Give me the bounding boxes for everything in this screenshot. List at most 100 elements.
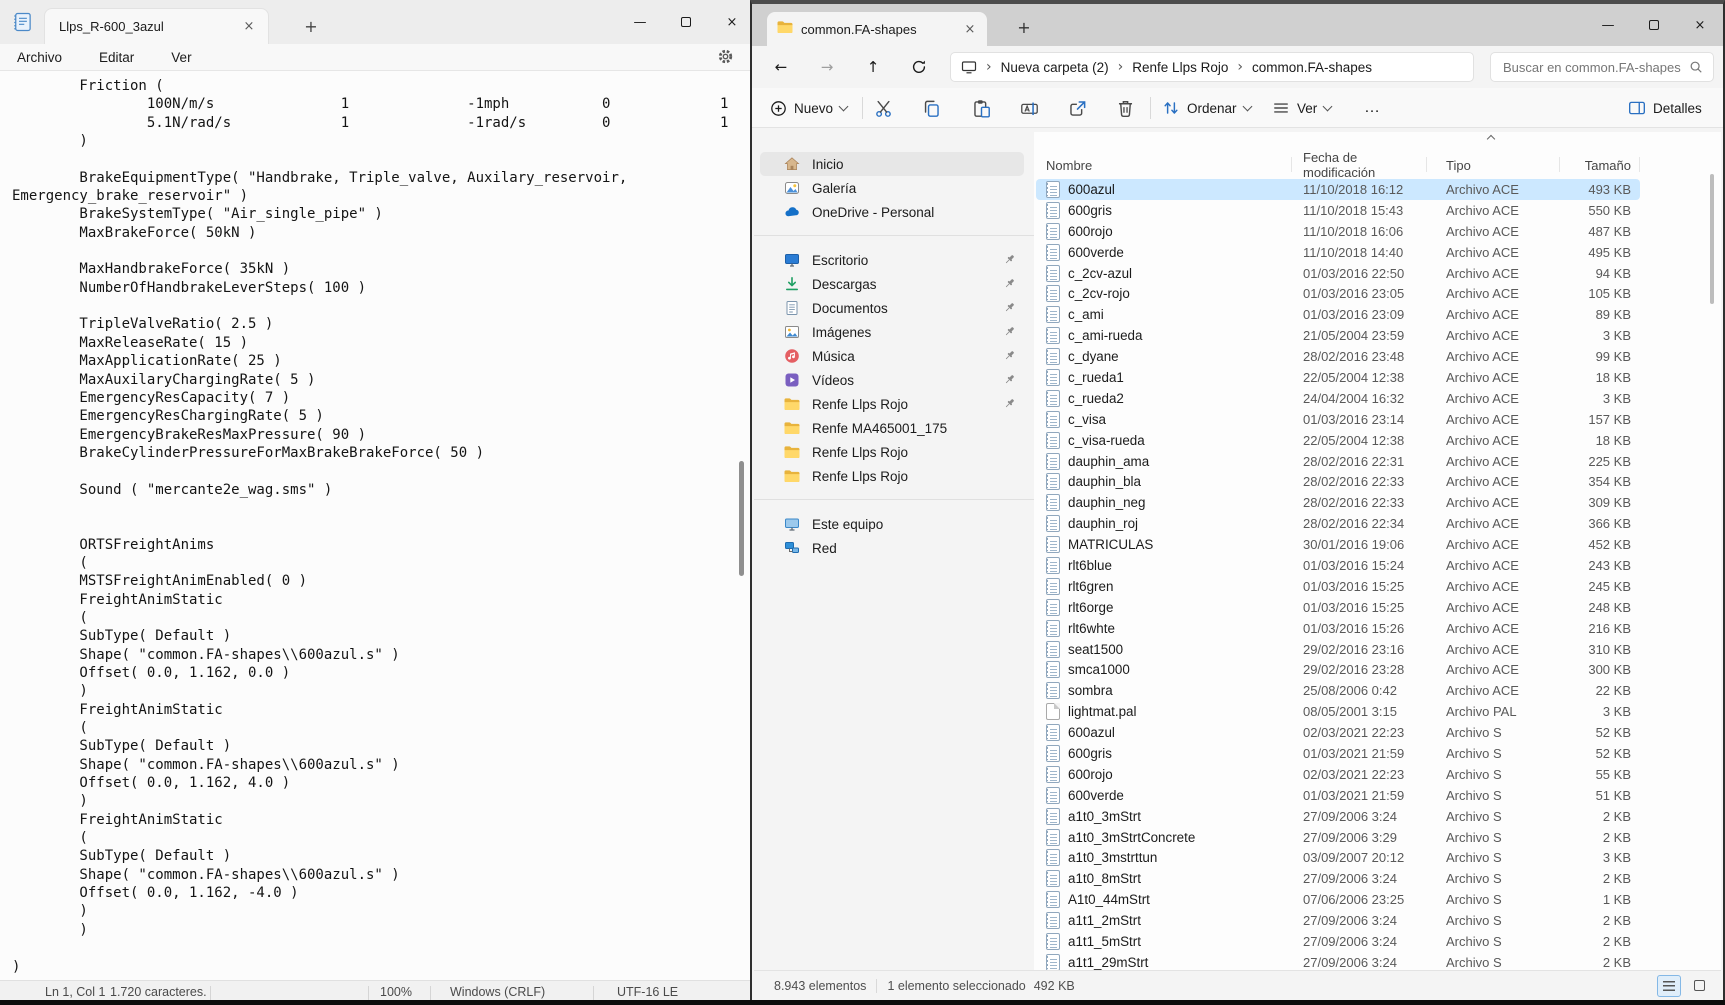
explorer-folder-tab[interactable]: common.FA-shapes × [767,12,987,46]
table-row[interactable]: c_visa 01/03/2016 23:14 Archivo ACE 157 … [1036,409,1640,430]
table-row[interactable]: MATRICULAS 30/01/2016 19:06 Archivo ACE … [1036,534,1640,555]
explorer-tabbar[interactable]: common.FA-shapes × + — × [752,4,1723,46]
table-row[interactable]: dauphin_neg 28/02/2016 22:33 Archivo ACE… [1036,492,1640,513]
table-row[interactable]: c_dyane 28/02/2016 23:48 Archivo ACE 99 … [1036,346,1640,367]
large-icons-view-toggle[interactable] [1687,975,1711,997]
sidebar-item[interactable]: Descargas [760,272,1024,296]
sidebar-item[interactable]: Este equipo [760,512,1024,536]
breadcrumb-item[interactable]: Nueva carpeta (2) [995,58,1115,77]
table-row[interactable]: a1t0_3mstrttun 03/09/2007 20:12 Archivo … [1036,848,1640,869]
table-row[interactable]: 600azul 11/10/2018 16:12 Archivo ACE 493… [1036,179,1640,200]
table-row[interactable]: seat1500 29/02/2016 23:16 Archivo ACE 31… [1036,639,1640,660]
forward-button[interactable]: → [810,52,844,82]
delete-button[interactable] [1108,92,1143,124]
table-row[interactable]: 600azul 02/03/2021 22:23 Archivo S 52 KB [1036,722,1640,743]
table-row[interactable]: 600rojo 11/10/2018 16:06 Archivo ACE 487… [1036,221,1640,242]
view-button[interactable]: Ver [1264,92,1339,124]
minimize-button[interactable]: — [617,0,663,44]
this-pc-monitor-icon[interactable] [961,59,977,75]
notepad-text-area[interactable]: Friction ( 100N/m/s 1 -1mph 0 1 5.1N/rad… [0,70,755,980]
table-row[interactable]: a1t1_2mStrt 27/09/2006 3:24 Archivo S 2 … [1036,910,1640,931]
paste-button[interactable] [964,92,999,124]
table-row[interactable]: rlt6gren 01/03/2016 15:25 Archivo ACE 24… [1036,576,1640,597]
tab-close-icon[interactable]: × [959,18,981,40]
breadcrumb-item[interactable]: Renfe Llps Rojo [1126,58,1234,77]
table-row[interactable]: c_ami 01/03/2016 23:09 Archivo ACE 89 KB [1036,304,1640,325]
table-row[interactable]: 600gris 11/10/2018 15:43 Archivo ACE 550… [1036,200,1640,221]
share-button[interactable] [1060,92,1095,124]
column-header-date[interactable]: Fecha de modificación [1291,150,1426,180]
column-header-size[interactable]: Tamaño [1559,158,1639,173]
table-row[interactable]: c_ami-rueda 21/05/2004 23:59 Archivo ACE… [1036,325,1640,346]
new-tab-button[interactable]: + [298,14,324,38]
table-row[interactable]: rlt6blue 01/03/2016 15:24 Archivo ACE 24… [1036,555,1640,576]
column-header-type[interactable]: Tipo [1426,158,1559,173]
encoding[interactable]: UTF-16 LE [617,985,678,999]
table-row[interactable]: lightmat.pal 08/05/2001 3:15 Archivo PAL… [1036,701,1640,722]
settings-gear-icon[interactable] [717,48,734,70]
line-ending-type[interactable]: Windows (CRLF) [450,985,545,999]
sidebar-item[interactable]: Renfe Llps Rojo [760,464,1024,488]
table-row[interactable]: smca1000 29/02/2016 23:28 Archivo ACE 30… [1036,659,1640,680]
notepad-document-tab[interactable]: Llps_R-600_3azul × [44,8,269,44]
close-button[interactable]: × [709,0,755,44]
table-row[interactable]: A1t0_44mStrt 07/06/2006 23:25 Archivo S … [1036,889,1640,910]
sort-button[interactable]: Ordenar [1154,92,1259,124]
table-row[interactable]: rlt6whte 01/03/2016 15:26 Archivo ACE 21… [1036,618,1640,639]
notepad-vertical-scrollbar[interactable] [739,461,744,576]
back-button[interactable]: ← [764,52,798,82]
table-row[interactable]: rlt6orge 01/03/2016 15:25 Archivo ACE 24… [1036,597,1640,618]
maximize-button[interactable] [663,0,709,44]
refresh-button[interactable] [902,52,936,82]
table-row[interactable]: a1t0_3mStrtConcrete 27/09/2006 3:29 Arch… [1036,827,1640,848]
breadcrumb[interactable]: ›Nueva carpeta (2)›Renfe Llps Rojo›commo… [950,52,1474,82]
tab-close-icon[interactable]: × [238,16,260,38]
table-row[interactable]: c_2cv-azul 01/03/2016 22:50 Archivo ACE … [1036,263,1640,284]
rename-button[interactable] [1012,92,1047,124]
file-list-scrollbar[interactable] [1710,174,1714,304]
notepad-titlebar[interactable]: Llps_R-600_3azul × + — × [0,0,755,44]
close-button[interactable]: × [1677,4,1723,46]
up-button[interactable]: ↑ [856,52,890,82]
table-row[interactable]: c_rueda1 22/05/2004 12:38 Archivo ACE 18… [1036,367,1640,388]
column-header-name[interactable]: Nombre [1036,158,1291,173]
sidebar-item[interactable]: Inicio [760,152,1024,176]
breadcrumb-item[interactable]: common.FA-shapes [1246,58,1378,77]
table-row[interactable]: a1t0_3mStrt 27/09/2006 3:24 Archivo S 2 … [1036,806,1640,827]
copy-button[interactable] [914,92,949,124]
table-row[interactable]: dauphin_roj 28/02/2016 22:34 Archivo ACE… [1036,513,1640,534]
menu-ver[interactable]: Ver [167,48,195,67]
sidebar-item[interactable]: Imágenes [760,320,1024,344]
table-row[interactable]: 600gris 01/03/2021 21:59 Archivo S 52 KB [1036,743,1640,764]
sidebar-item[interactable]: Renfe Llps Rojo [760,392,1024,416]
table-row[interactable]: 600verde 11/10/2018 14:40 Archivo ACE 49… [1036,242,1640,263]
table-row[interactable]: c_2cv-rojo 01/03/2016 23:05 Archivo ACE … [1036,283,1640,304]
table-row[interactable]: dauphin_ama 28/02/2016 22:31 Archivo ACE… [1036,451,1640,472]
cut-button[interactable] [866,92,901,124]
sidebar-item[interactable]: Galería [760,176,1024,200]
sidebar-item[interactable]: Documentos [760,296,1024,320]
details-pane-button[interactable]: Detalles [1620,92,1710,124]
table-row[interactable]: 600verde 01/03/2021 21:59 Archivo S 51 K… [1036,785,1640,806]
sidebar-item[interactable]: Renfe MA465001_175 [760,416,1024,440]
menu-editar[interactable]: Editar [95,48,138,67]
minimize-button[interactable]: — [1585,4,1631,46]
table-row[interactable]: c_visa-rueda 22/05/2004 12:38 Archivo AC… [1036,430,1640,451]
sidebar-item[interactable]: OneDrive - Personal [760,200,1024,224]
sidebar-item[interactable]: Renfe Llps Rojo [760,440,1024,464]
zoom-level[interactable]: 100% [380,985,412,999]
sidebar-item[interactable]: Escritorio [760,248,1024,272]
more-options-button[interactable]: … [1356,92,1389,124]
table-row[interactable]: 600rojo 02/03/2021 22:23 Archivo S 55 KB [1036,764,1640,785]
new-tab-button[interactable]: + [1010,14,1038,40]
new-button[interactable]: Nuevo [762,92,855,124]
search-box[interactable] [1490,52,1714,82]
table-row[interactable]: dauphin_bla 28/02/2016 22:33 Archivo ACE… [1036,471,1640,492]
details-view-toggle[interactable] [1657,975,1681,997]
table-row[interactable]: a1t1_5mStrt 27/09/2006 3:24 Archivo S 2 … [1036,931,1640,952]
search-input[interactable] [1491,60,1689,75]
sidebar-item[interactable]: Vídeos [760,368,1024,392]
table-row[interactable]: a1t0_8mStrt 27/09/2006 3:24 Archivo S 2 … [1036,868,1640,889]
search-icon[interactable] [1689,60,1703,74]
maximize-button[interactable] [1631,4,1677,46]
